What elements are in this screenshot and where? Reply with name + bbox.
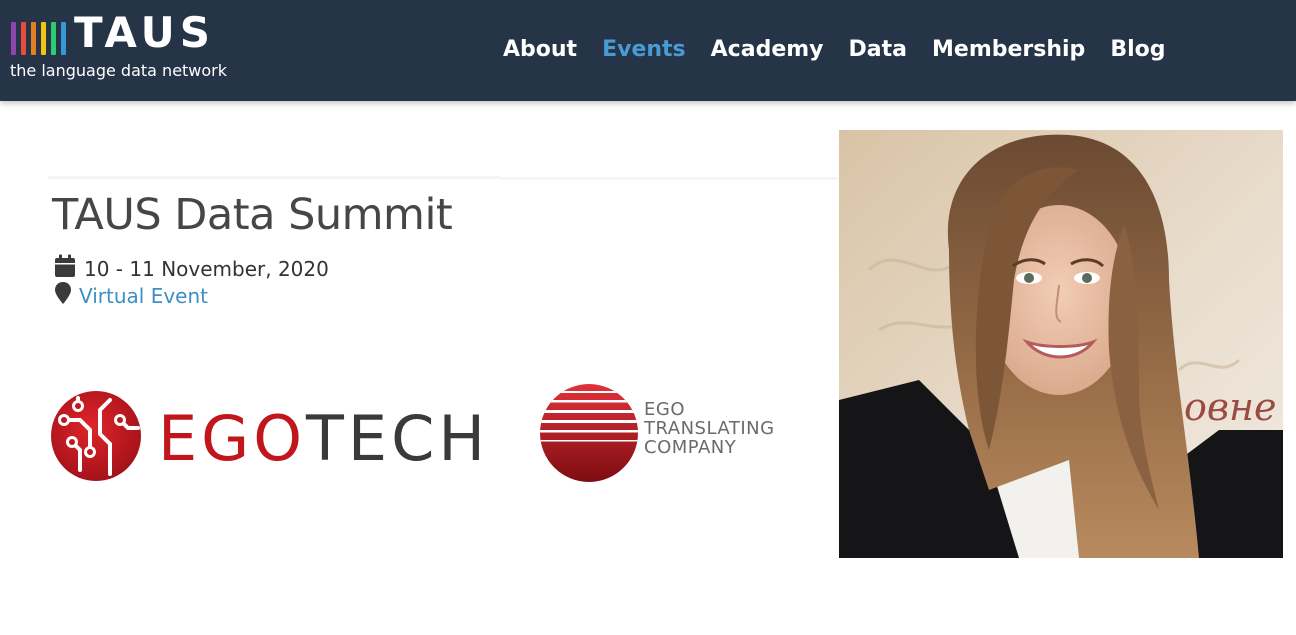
logo-bar <box>11 22 16 55</box>
logo-bar <box>61 22 66 55</box>
logo-bar <box>41 22 46 55</box>
divider <box>500 177 838 180</box>
event-location-link[interactable]: Virtual Event <box>79 284 208 308</box>
map-pin-icon <box>54 281 72 310</box>
egotech-circuit-icon <box>51 391 141 481</box>
logo-tagline: the language data network <box>10 61 228 80</box>
ego-translating-globe-icon <box>540 384 638 482</box>
ego-translating-logo[interactable]: EGO TRANSLATING COMPANY <box>539 382 789 484</box>
ego-tc-line3: COMPANY <box>644 437 737 458</box>
nav-membership[interactable]: Membership <box>932 35 1085 65</box>
ego-tc-line2: TRANSLATING <box>644 418 775 439</box>
divider <box>48 176 500 179</box>
logo-wordmark: TAUS <box>74 8 215 57</box>
svg-text:овне: овне <box>1184 385 1277 429</box>
logo-color-bars <box>11 22 66 55</box>
egotech-part2: TECH <box>306 402 489 475</box>
ego-translating-wordmark: EGO TRANSLATING COMPANY <box>644 400 775 457</box>
event-date: 10 - 11 November, 2020 <box>84 256 329 281</box>
logo-bar <box>31 22 36 55</box>
nav-academy[interactable]: Academy <box>711 35 824 65</box>
site-header: TAUS the language data network About Eve… <box>0 0 1296 101</box>
logo-bar <box>21 22 26 55</box>
egotech-wordmark: EGOTECH <box>158 408 489 470</box>
egotech-logo[interactable]: EGOTECH <box>50 390 485 482</box>
ego-tc-line1: EGO <box>644 399 685 420</box>
event-date-row: 10 - 11 November, 2020 <box>54 254 329 283</box>
event-location-row: Virtual Event <box>54 281 208 310</box>
nav-blog[interactable]: Blog <box>1110 35 1165 65</box>
egotech-part1: EGO <box>158 402 307 475</box>
nav-data[interactable]: Data <box>849 35 907 65</box>
calendar-icon <box>54 254 76 283</box>
logo-bar <box>51 22 56 55</box>
speaker-photo: овне Тра пер <box>839 130 1283 558</box>
nav-about[interactable]: About <box>503 35 577 65</box>
main-nav: About Events Academy Data Membership Blo… <box>503 35 1190 65</box>
nav-events[interactable]: Events <box>602 35 686 65</box>
taus-logo[interactable]: TAUS the language data network <box>10 8 240 84</box>
event-title: TAUS Data Summit <box>52 190 453 240</box>
